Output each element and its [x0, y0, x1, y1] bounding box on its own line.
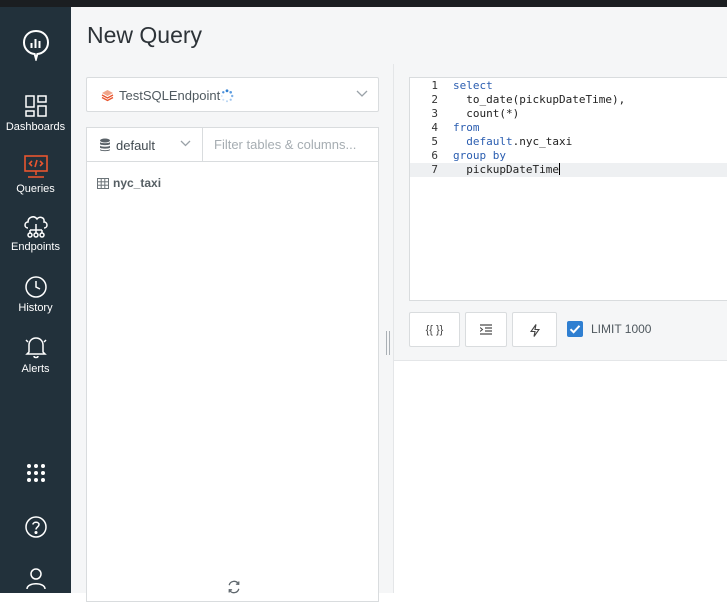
code-text: from	[453, 121, 480, 135]
sidebar-item-label: Dashboards	[5, 121, 66, 133]
indent-icon	[479, 324, 492, 335]
line-number: 5	[431, 135, 438, 148]
add-parameter-button[interactable]: {{ }}	[409, 312, 460, 347]
code-line[interactable]: 5 default.nyc_taxi	[410, 135, 727, 149]
code-text: pickupDateTime	[453, 163, 560, 177]
code-text: default.nyc_taxi	[453, 135, 572, 149]
sql-keyword: from	[453, 121, 480, 134]
endpoint-name: TestSQLEndpoint	[119, 88, 221, 103]
dashboards-icon	[24, 95, 47, 117]
table-name: nyc_taxi	[113, 176, 162, 190]
page-title: New Query	[87, 22, 203, 48]
code-line[interactable]: 2 to_date(pickupDateTime),	[410, 93, 727, 107]
user-icon	[25, 568, 46, 589]
filter-tables-input[interactable]	[202, 127, 379, 162]
text-cursor	[558, 163, 560, 175]
chevron-down-icon	[356, 90, 368, 97]
sql-token: pickupDateTime	[453, 163, 559, 176]
sql-token: .nyc_taxi	[512, 135, 573, 148]
endpoints-icon	[23, 216, 48, 238]
autocomplete-toggle-button[interactable]	[512, 312, 557, 347]
code-line[interactable]: 6 group by	[410, 149, 727, 163]
limit-label: LIMIT 1000	[591, 322, 652, 336]
line-number: 7	[431, 163, 438, 176]
sidebar-item-alerts[interactable]: Alerts	[0, 334, 71, 375]
endpoint-select[interactable]: TestSQLEndpoint	[86, 77, 379, 112]
sidebar-item-endpoints[interactable]: Endpoints	[0, 214, 71, 253]
bell-icon	[24, 337, 47, 359]
code-text: group by	[453, 149, 506, 163]
format-query-button[interactable]	[465, 312, 507, 347]
schema-select[interactable]: default	[86, 127, 202, 162]
code-text: to_date(pickupDateTime),	[453, 93, 625, 107]
lightning-icon	[529, 324, 540, 337]
chevron-down-icon	[180, 140, 191, 147]
sidebar-item-label: Alerts	[21, 363, 50, 375]
sidebar-item-label: Queries	[16, 183, 55, 195]
sidebar-item-history[interactable]: History	[0, 275, 71, 314]
apps-menu-button[interactable]	[0, 463, 71, 483]
table-icon	[97, 178, 109, 189]
home-logo-button[interactable]	[0, 29, 71, 61]
logo-icon	[22, 29, 49, 61]
line-number: 4	[431, 121, 438, 134]
endpoint-icon	[101, 90, 114, 102]
refresh-icon[interactable]	[227, 580, 241, 594]
sql-editor[interactable]: 1 select 2 to_date(pickupDateTime), 3 count…	[409, 77, 727, 301]
code-text: count(*)	[453, 107, 519, 121]
sql-keyword: default	[453, 135, 513, 148]
sql-keyword: group by	[453, 149, 506, 162]
grid-dots-icon	[26, 464, 45, 482]
help-button[interactable]	[0, 515, 71, 539]
sidebar: Dashboards Queries Endpoints History Ale…	[0, 7, 71, 593]
loading-spinner-icon	[220, 89, 234, 103]
line-number: 6	[431, 149, 438, 162]
page-header: New Query	[71, 7, 727, 64]
code-line[interactable]: 4 from	[410, 121, 727, 135]
sidebar-item-dashboards[interactable]: Dashboards	[0, 94, 71, 133]
code-line[interactable]: 3 count(*)	[410, 107, 727, 121]
tables-list: nyc_taxi	[86, 162, 379, 602]
code-line[interactable]: 1 select	[410, 79, 727, 93]
database-icon	[100, 138, 110, 152]
history-icon	[24, 276, 47, 298]
code-line[interactable]: 7 pickupDateTime	[410, 163, 727, 177]
user-profile-button[interactable]	[0, 567, 71, 589]
line-number: 3	[431, 107, 438, 120]
sidebar-item-queries[interactable]: Queries	[0, 154, 71, 195]
sql-keyword: select	[453, 79, 493, 92]
sql-token: to_date(pickupDateTime),	[453, 93, 626, 106]
panel-resize-handle[interactable]	[386, 331, 390, 355]
sql-token: count(*)	[453, 107, 520, 120]
schema-name: default	[116, 138, 156, 153]
table-item-nyc-taxi[interactable]: nyc_taxi	[97, 176, 161, 190]
code-text: select	[453, 79, 493, 93]
limit-checkbox[interactable]	[567, 321, 583, 337]
check-icon	[569, 325, 581, 334]
queries-icon	[23, 155, 48, 178]
sidebar-item-label: Endpoints	[11, 241, 60, 253]
params-label: {{ }}	[425, 324, 444, 336]
top-bar	[0, 0, 727, 7]
help-icon	[24, 516, 47, 538]
line-number: 1	[431, 79, 438, 92]
sidebar-item-label: History	[18, 302, 53, 314]
line-number: 2	[431, 93, 438, 106]
